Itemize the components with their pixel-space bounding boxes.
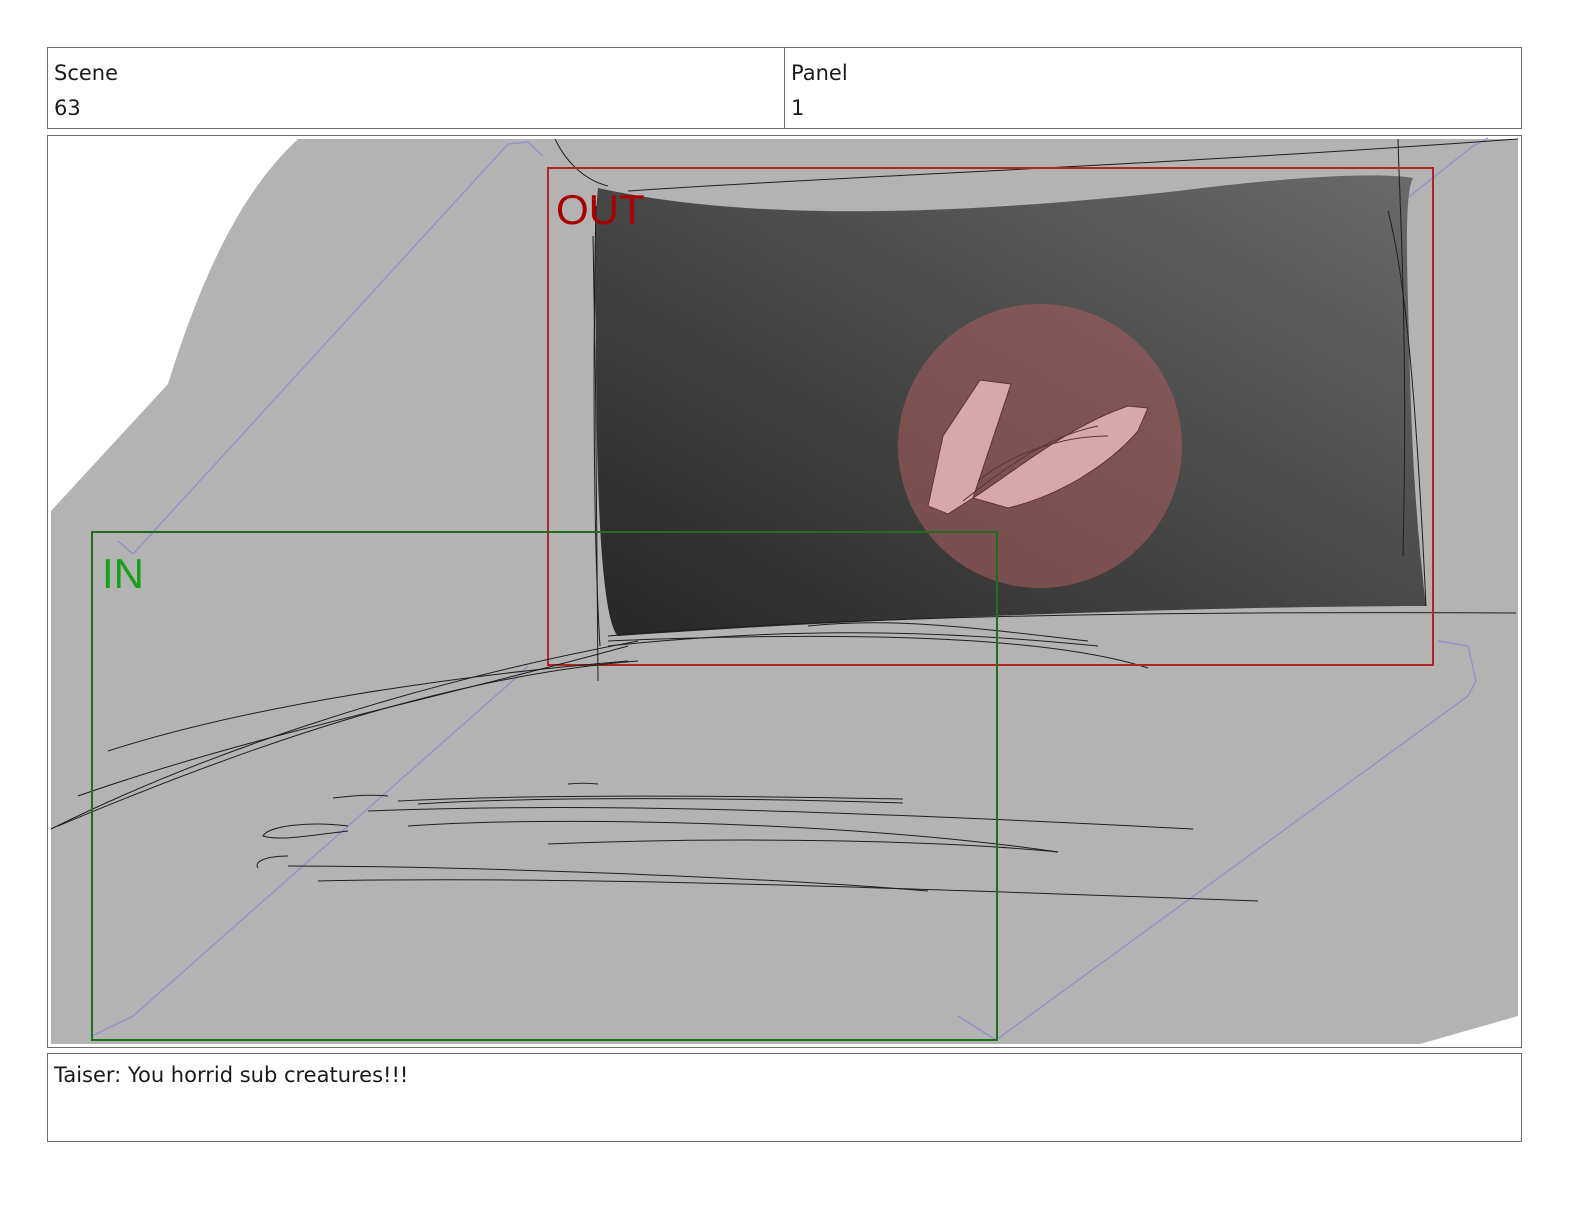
storyboard-frame: OUT IN: [47, 135, 1522, 1048]
out-label: OUT: [556, 186, 645, 233]
panel-label: Panel: [791, 61, 848, 85]
panel-cell: Panel 1: [784, 48, 1521, 128]
panel-number: 1: [791, 96, 805, 120]
storyboard-drawing: OUT IN: [50, 137, 1519, 1044]
scene-number: 63: [54, 96, 81, 120]
scene-cell: Scene 63: [48, 48, 784, 128]
in-label: IN: [102, 550, 144, 597]
caption-box: Taiser: You horrid sub creatures!!!: [47, 1053, 1522, 1142]
dialogue-text: Taiser: You horrid sub creatures!!!: [54, 1063, 409, 1087]
scene-label: Scene: [54, 61, 119, 85]
panel-header: Scene 63 Panel 1: [47, 47, 1522, 129]
